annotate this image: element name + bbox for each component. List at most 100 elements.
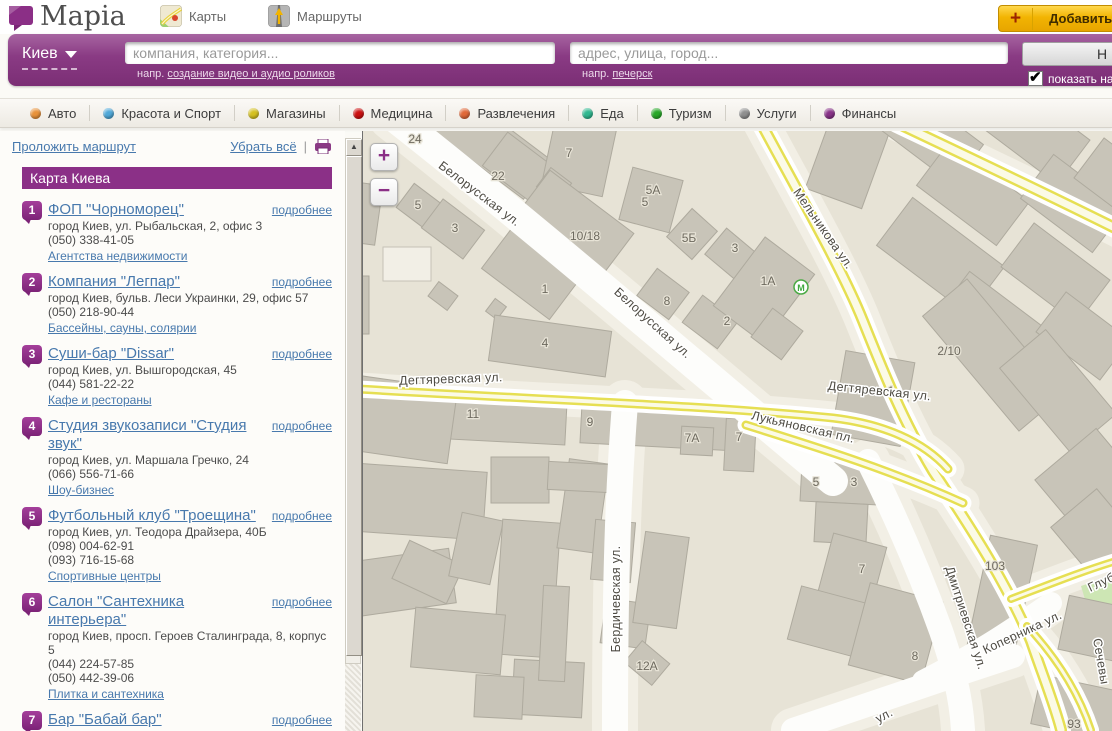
category-dot	[582, 108, 593, 119]
hint-prefix: напр.	[137, 68, 164, 80]
list-item: 2 Компания "Легпар" подробнее город Киев…	[0, 273, 345, 345]
map-svg[interactable]: М247225А55310/185Б31821А2/10141197А75371…	[363, 131, 1112, 731]
item-marker[interactable]: 2	[22, 273, 42, 292]
building-number: 4	[542, 336, 549, 350]
zoom-in-button[interactable]: +	[370, 143, 398, 171]
map-canvas[interactable]: М247225А55310/185Б31821А2/10141197А75371…	[362, 131, 1112, 731]
item-title-link[interactable]: ФОП "Чорноморец"	[48, 201, 184, 219]
list-item: 4 Студия звукозаписи "Студия звук" подро…	[0, 417, 345, 507]
printer-icon[interactable]	[314, 139, 332, 154]
item-phone: (093) 716-15-68	[48, 553, 332, 567]
item-marker[interactable]: 7	[22, 711, 42, 730]
item-phone: (050) 218-90-44	[48, 305, 332, 319]
item-address: город Киев, ул. Теодора Драйзера, 40Б	[48, 525, 332, 539]
item-marker[interactable]: 3	[22, 345, 42, 364]
item-marker[interactable]: 5	[22, 507, 42, 526]
show-on-map-checkbox[interactable]	[1028, 71, 1043, 86]
add-company-label: Добавить к	[1049, 11, 1112, 26]
building-number: 3	[851, 475, 858, 489]
item-title-link[interactable]: Компания "Легпар"	[48, 273, 180, 291]
item-more-link[interactable]: подробнее	[272, 203, 332, 217]
item-title-link[interactable]: Салон "Сантехника интерьера"	[48, 593, 266, 629]
building	[539, 585, 570, 681]
building	[619, 167, 683, 233]
building-number: 8	[912, 649, 919, 663]
item-phone: (050) 442-39-06	[48, 671, 332, 685]
category-item[interactable]: Развлечения	[459, 106, 555, 121]
category-dot	[248, 108, 259, 119]
building-number: 9	[587, 415, 594, 429]
clear-all-link[interactable]: Убрать всё	[230, 139, 296, 154]
category-dot	[353, 108, 364, 119]
category-divider	[637, 105, 638, 121]
city-selector[interactable]: Киев	[22, 45, 77, 70]
category-dot	[651, 108, 662, 119]
item-phone: (050) 338-41-05	[48, 233, 332, 247]
building-number: 3	[452, 221, 459, 235]
building-number: 3	[732, 241, 739, 255]
item-category-link[interactable]: Спортивные центры	[48, 569, 161, 584]
address-search-input[interactable]	[570, 42, 1008, 64]
address-hint-link[interactable]: печерск	[612, 68, 652, 80]
item-more-link[interactable]: подробнее	[272, 347, 332, 361]
scroll-thumb[interactable]	[346, 156, 362, 656]
category-item[interactable]: Магазины	[248, 106, 326, 121]
scroll-up-button[interactable]: ▲	[346, 139, 362, 156]
category-label: Туризм	[669, 106, 712, 121]
company-search-input[interactable]	[125, 42, 555, 64]
category-item[interactable]: Туризм	[651, 106, 712, 121]
item-more-link[interactable]: подробнее	[272, 509, 332, 523]
item-more-link[interactable]: подробнее	[272, 713, 332, 727]
nav-maps-label: Карты	[189, 9, 226, 24]
item-marker[interactable]: 6	[22, 593, 42, 612]
item-phone: (098) 004-62-91	[48, 539, 332, 553]
category-item[interactable]: Авто	[30, 106, 76, 121]
item-more-link[interactable]: подробнее	[272, 419, 332, 433]
item-title-link[interactable]: Суши-бар "Dissar"	[48, 345, 174, 363]
sidebar: Проложить маршрут Убрать всё | Карта Кие…	[0, 131, 345, 731]
item-marker[interactable]: 1	[22, 201, 42, 220]
add-company-button[interactable]: + Добавить к	[998, 5, 1112, 32]
building-number: 93	[1067, 717, 1081, 731]
item-title-link[interactable]: Футбольный клуб "Троещина"	[48, 507, 256, 525]
item-more-link[interactable]: подробнее	[272, 275, 332, 289]
building	[633, 531, 689, 628]
category-label: Еда	[600, 106, 624, 121]
category-label: Развлечения	[477, 106, 555, 121]
building-number: 12А	[636, 659, 657, 673]
item-phone: (044) 581-22-22	[48, 377, 332, 391]
category-item[interactable]: Услуги	[739, 106, 797, 121]
building-number: 5Б	[682, 231, 697, 245]
category-label: Финансы	[842, 106, 897, 121]
route-link[interactable]: Проложить маршрут	[12, 139, 136, 154]
logo[interactable]: Mapia	[8, 2, 126, 32]
building-number: 1	[542, 282, 549, 296]
company-hint-link[interactable]: создание видео и аудио роликов	[167, 68, 335, 80]
item-title-link[interactable]: Студия звукозаписи "Студия звук"	[48, 417, 266, 453]
item-category-link[interactable]: Бассейны, сауны, солярии	[48, 321, 196, 336]
item-category-link[interactable]: Кафе и рестораны	[48, 393, 152, 408]
svg-text:М: М	[797, 283, 805, 293]
item-marker[interactable]: 4	[22, 417, 42, 436]
metro-icon[interactable]: М	[794, 280, 808, 294]
category-item[interactable]: Финансы	[824, 106, 897, 121]
item-category-link[interactable]: Шоу-бизнес	[48, 483, 114, 498]
item-category-link[interactable]: Плитка и сантехника	[48, 687, 164, 702]
building-number: 22	[491, 169, 505, 183]
category-item[interactable]: Еда	[582, 106, 624, 121]
category-item[interactable]: Медицина	[353, 106, 433, 121]
find-button[interactable]: Н	[1022, 42, 1112, 66]
item-more-link[interactable]: подробнее	[272, 595, 332, 609]
sidebar-scrollbar[interactable]: ▲	[345, 138, 361, 664]
scrollbar-hatch	[345, 664, 361, 731]
nav-item-routes[interactable]: Маршруты	[268, 5, 362, 27]
category-item[interactable]: Красота и Спорт	[103, 106, 221, 121]
nav-item-maps[interactable]: Карты	[160, 5, 226, 27]
category-label: Магазины	[266, 106, 326, 121]
category-divider	[725, 105, 726, 121]
zoom-out-button[interactable]: −	[370, 178, 398, 206]
item-title-link[interactable]: Бар "Бабай бар"	[48, 711, 162, 729]
category-label: Красота и Спорт	[121, 106, 221, 121]
item-category-link[interactable]: Агентства недвижимости	[48, 249, 188, 264]
building	[363, 276, 369, 334]
